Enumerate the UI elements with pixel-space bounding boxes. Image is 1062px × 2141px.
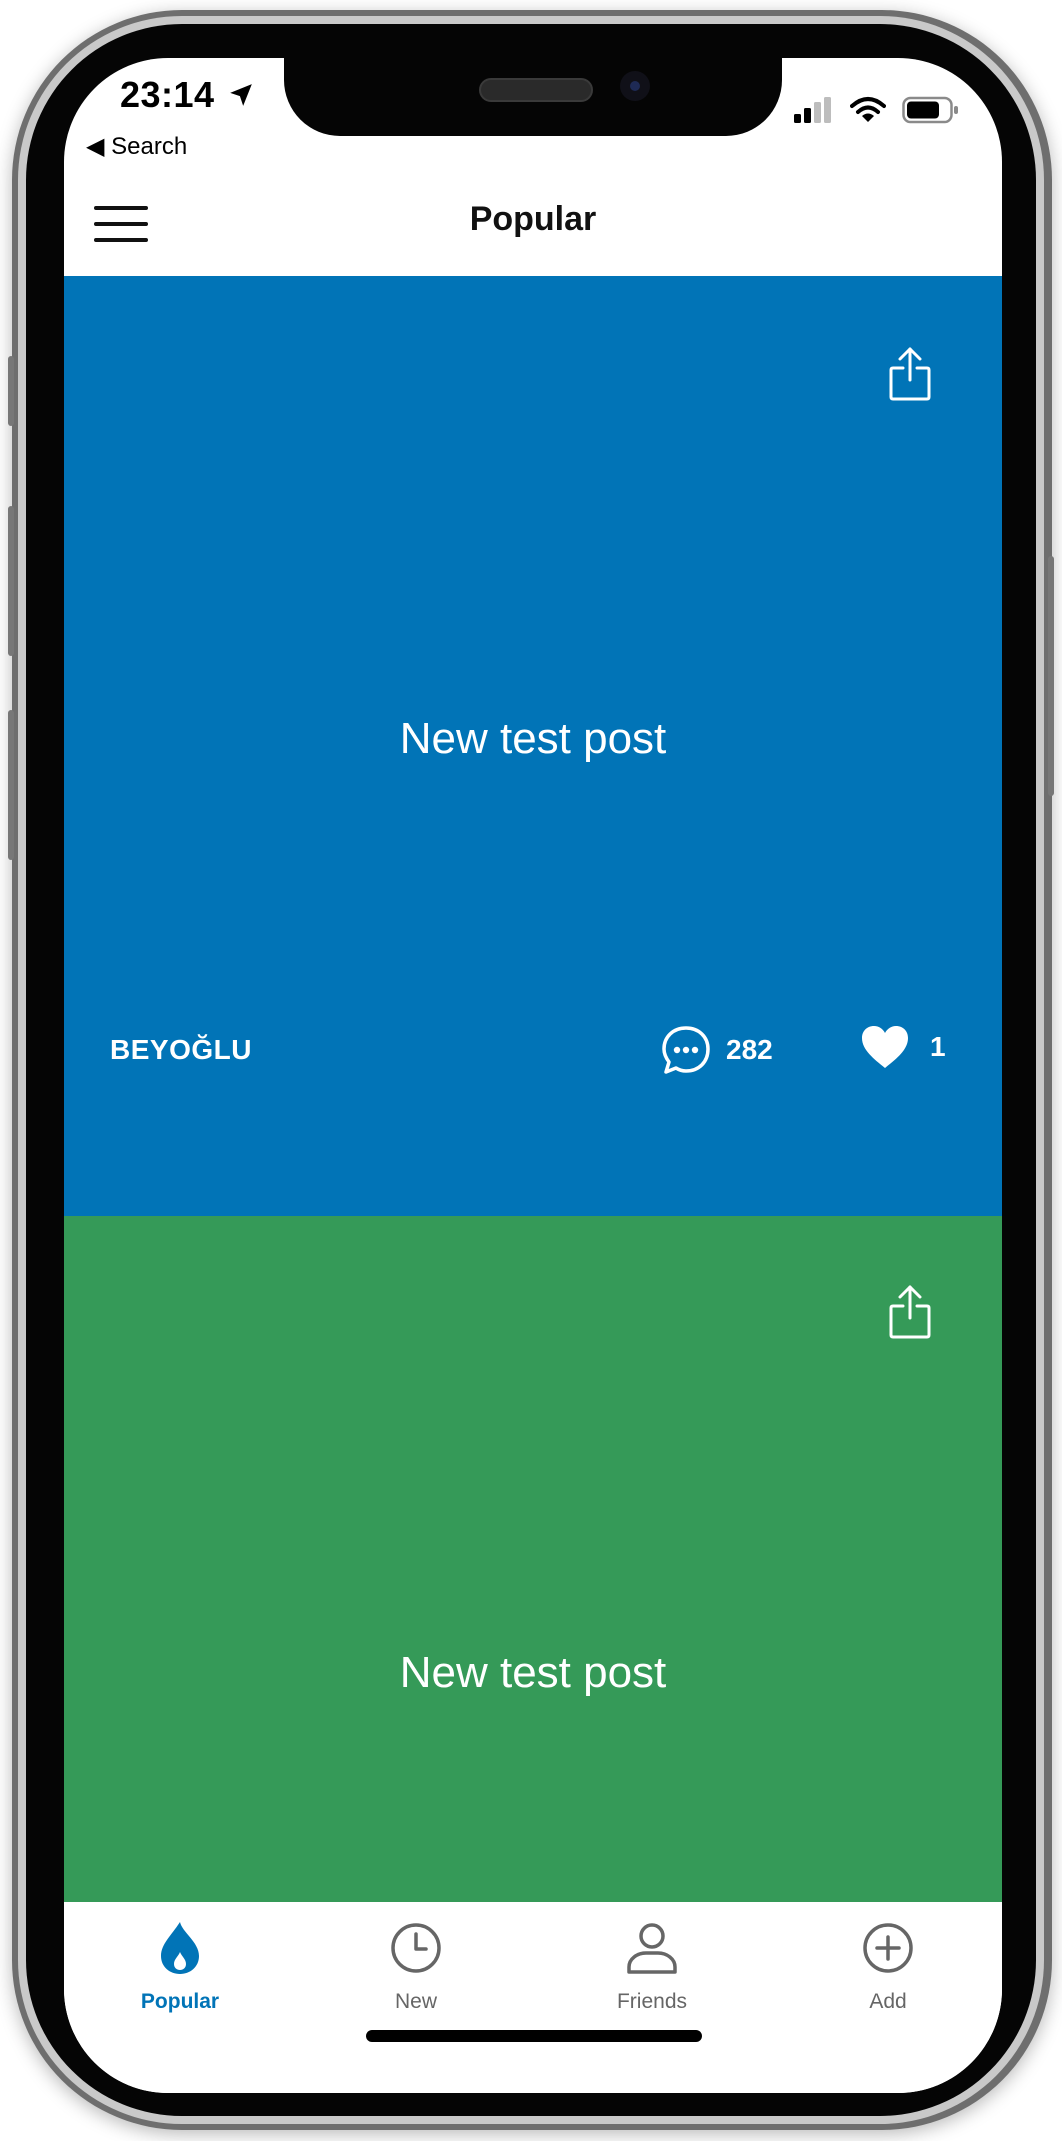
tab-label: Popular bbox=[140, 1990, 220, 2013]
speaker-grille bbox=[479, 78, 593, 102]
person-icon bbox=[627, 1923, 677, 1974]
back-to-search-link[interactable]: ◀ Search bbox=[86, 132, 187, 161]
screen: 23:14 ◀ Search Popular New test post BEY… bbox=[64, 58, 1002, 2093]
page-title: Popular bbox=[469, 200, 597, 238]
like-button[interactable]: 1 bbox=[860, 1024, 946, 1070]
post-location: BEYOĞLU bbox=[110, 1034, 252, 1065]
battery-icon bbox=[902, 96, 958, 124]
side-button-power bbox=[1048, 556, 1054, 796]
comments-button[interactable]: 282 bbox=[660, 1024, 773, 1076]
side-button-volume-down bbox=[8, 710, 14, 860]
clock-icon bbox=[391, 1923, 441, 1973]
location-arrow-icon bbox=[230, 84, 252, 106]
side-button-volume-up bbox=[8, 506, 14, 656]
tab-label: Friends bbox=[616, 1990, 688, 2013]
heart-icon bbox=[862, 1026, 908, 1068]
wifi-icon bbox=[850, 97, 886, 122]
post-text: New test post bbox=[399, 714, 667, 763]
share-icon[interactable] bbox=[888, 1284, 932, 1340]
post-footer: BEYOĞLU 282 1 bbox=[110, 1024, 946, 1076]
tab-label: Add bbox=[869, 1990, 907, 2013]
tab-popular[interactable]: Popular bbox=[90, 1920, 270, 2014]
tab-label: New bbox=[394, 1990, 437, 2013]
side-button-mute bbox=[8, 356, 14, 426]
plus-circle-icon bbox=[863, 1923, 913, 1973]
signal-icon bbox=[794, 97, 831, 123]
status-indicators bbox=[794, 96, 960, 124]
flame-icon bbox=[161, 1922, 199, 1974]
post-card[interactable]: New test post bbox=[64, 1216, 1002, 1902]
tab-add[interactable]: Add bbox=[798, 1920, 978, 2014]
post-card[interactable]: New test post BEYOĞLU 282 1 bbox=[64, 276, 1002, 1216]
tab-new[interactable]: New bbox=[326, 1920, 506, 2014]
notch bbox=[284, 58, 782, 136]
post-text: New test post bbox=[399, 1648, 667, 1697]
home-indicator[interactable] bbox=[366, 2030, 702, 2042]
tab-friends[interactable]: Friends bbox=[562, 1920, 742, 2014]
share-icon[interactable] bbox=[888, 346, 932, 402]
like-count: 1 bbox=[930, 1031, 946, 1062]
comment-bubble-icon bbox=[662, 1026, 710, 1074]
bottom-tab-bar: Popular New Friends Add bbox=[64, 1902, 1002, 2093]
front-camera bbox=[620, 71, 650, 101]
status-time: 23:14 bbox=[120, 74, 215, 115]
comment-count: 282 bbox=[726, 1034, 773, 1065]
